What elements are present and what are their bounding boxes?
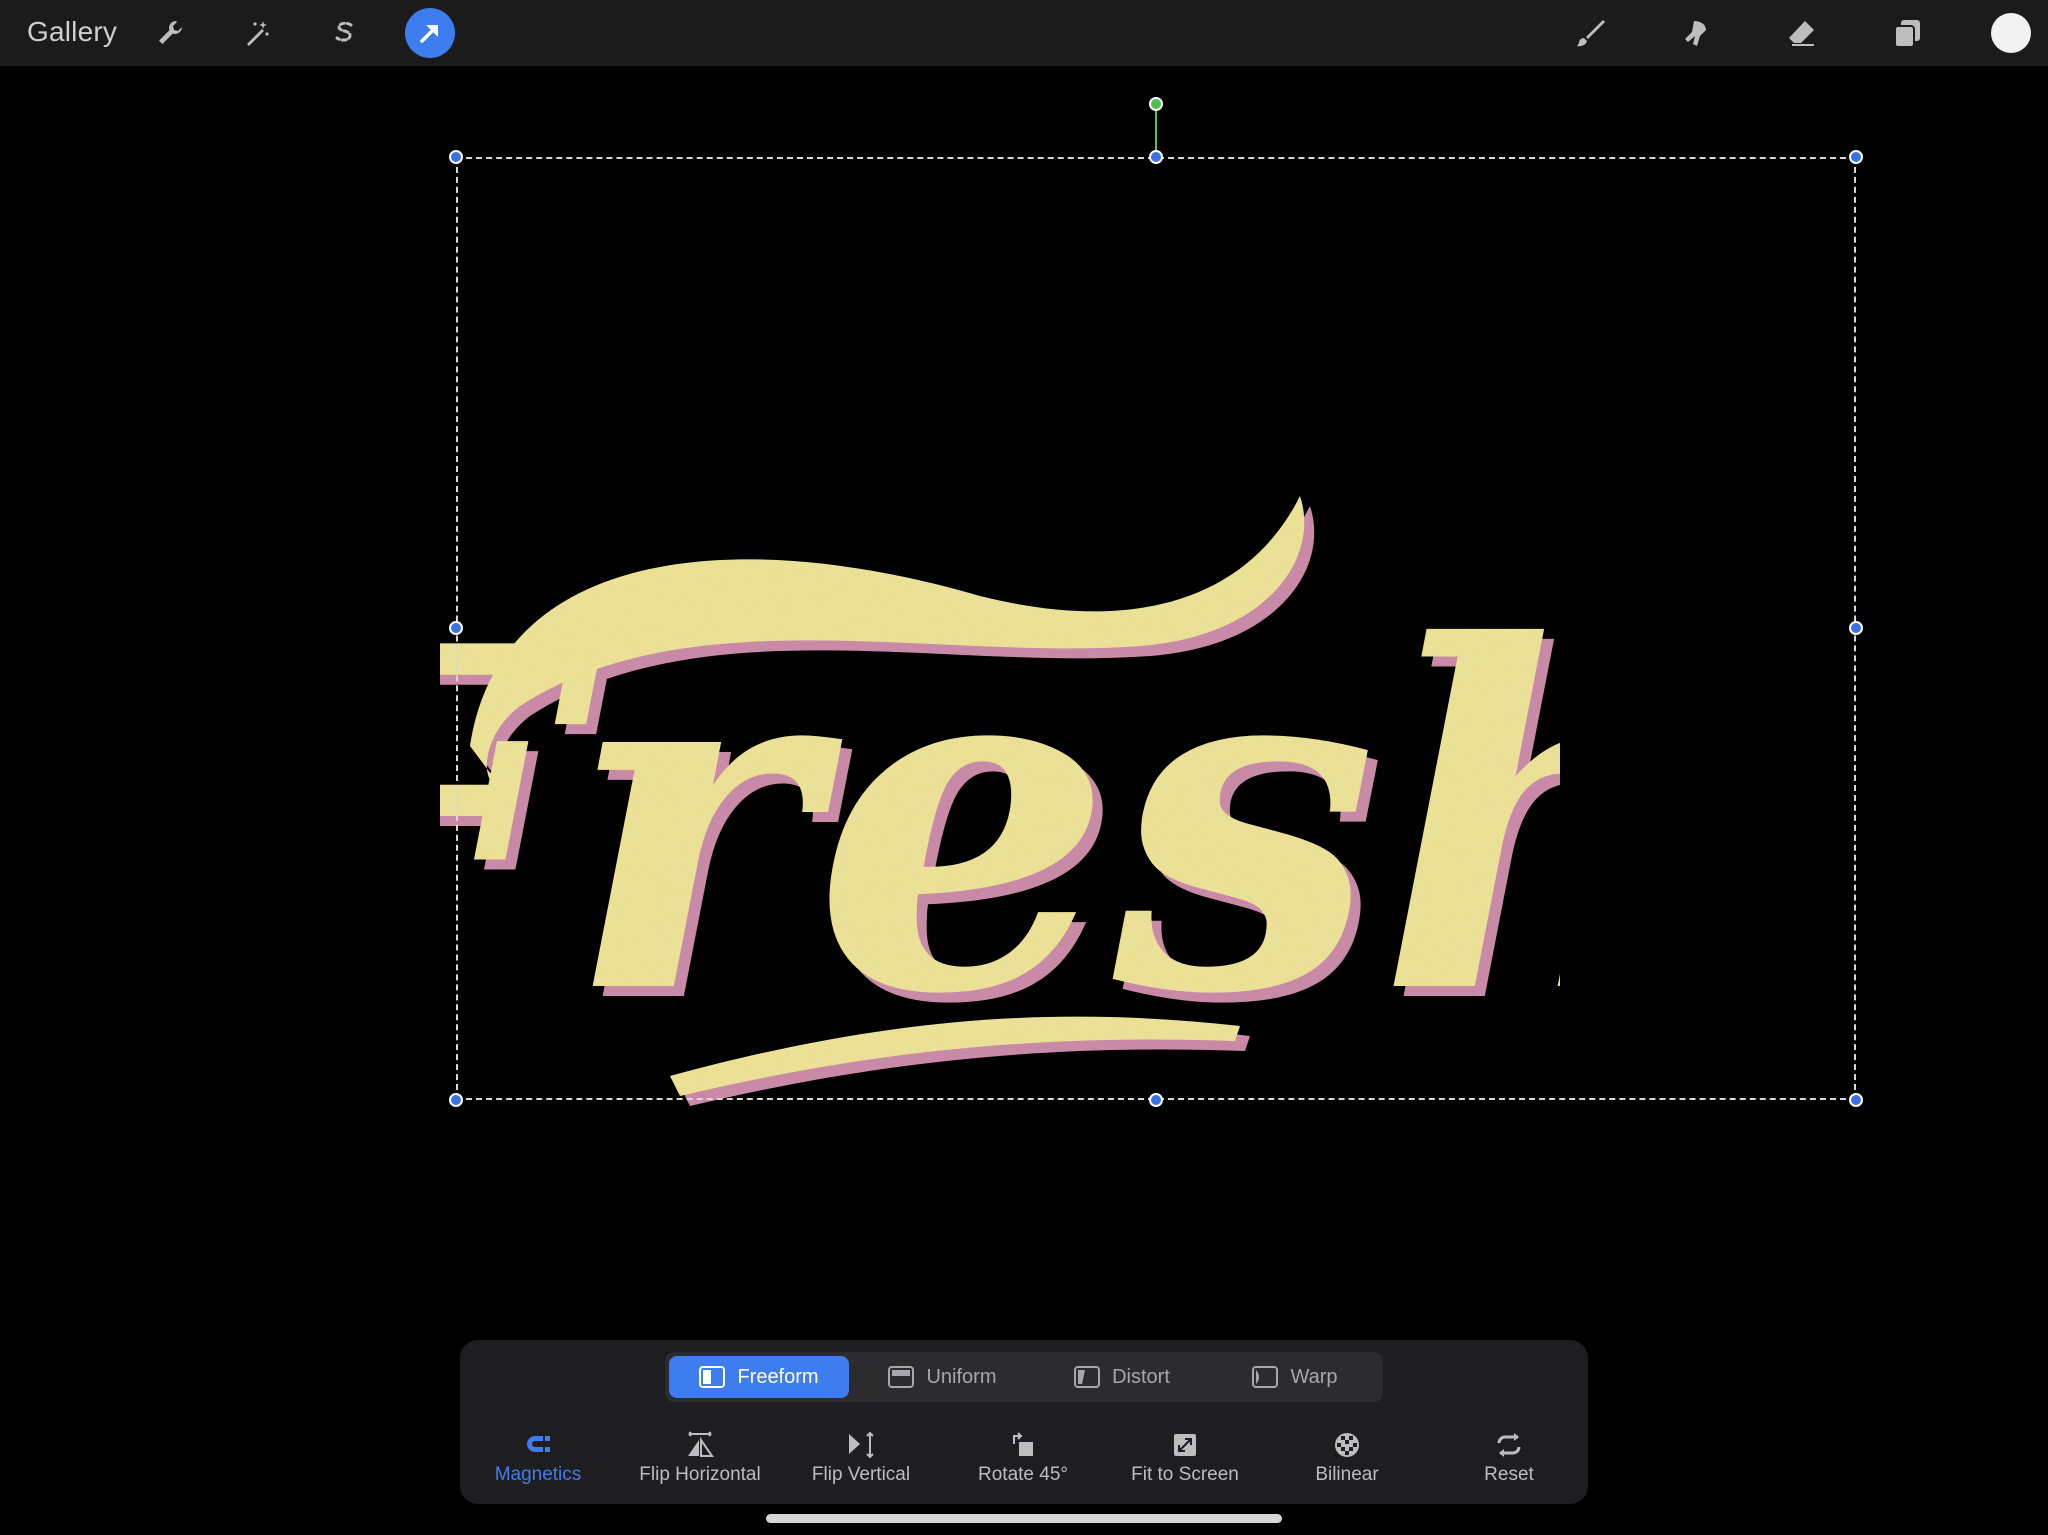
tool-label: Fit to Screen <box>1131 1464 1239 1485</box>
selection-s-icon[interactable] <box>322 12 364 54</box>
magnet-icon <box>527 1436 550 1452</box>
tool-label: Flip Horizontal <box>639 1464 761 1485</box>
wrench-icon[interactable] <box>149 12 191 54</box>
home-indicator[interactable] <box>766 1514 1282 1523</box>
bilinear-icon <box>1335 1433 1359 1457</box>
flip-vertical-button[interactable]: Flip Vertical <box>786 1428 936 1486</box>
tool-label: Rotate 45° <box>978 1464 1068 1485</box>
warp-icon <box>1252 1366 1279 1388</box>
mode-label: Uniform <box>926 1365 997 1388</box>
freeform-icon <box>699 1366 726 1388</box>
rotation-handle[interactable] <box>1149 97 1163 111</box>
rotate-icon <box>1013 1432 1033 1456</box>
transform-panel: Freeform Uniform Distort Warp Magnetics … <box>460 1340 1588 1504</box>
rotate-45-button[interactable]: Rotate 45° <box>948 1428 1098 1486</box>
handle-middle-right[interactable] <box>1849 621 1863 635</box>
eraser-icon[interactable] <box>1781 12 1823 54</box>
handle-bottom-left[interactable] <box>449 1093 463 1107</box>
mode-label: Distort <box>1112 1365 1170 1388</box>
reset-icon <box>1497 1433 1521 1457</box>
handle-top-left[interactable] <box>449 150 463 164</box>
tool-label: Reset <box>1484 1464 1534 1485</box>
distort-icon <box>1074 1366 1101 1388</box>
fit-to-screen-button[interactable]: Fit to Screen <box>1110 1428 1260 1486</box>
tool-label: Bilinear <box>1315 1464 1379 1485</box>
uniform-icon <box>888 1366 915 1388</box>
mode-label: Warp <box>1290 1365 1338 1388</box>
handle-middle-left[interactable] <box>449 621 463 635</box>
mode-distort[interactable]: Distort <box>1037 1356 1207 1398</box>
layers-icon[interactable] <box>1886 12 1928 54</box>
smudge-icon[interactable] <box>1675 12 1717 54</box>
handle-bottom-center[interactable] <box>1149 1093 1163 1107</box>
flip-horizontal-button[interactable]: Flip Horizontal <box>625 1428 775 1486</box>
handle-bottom-right[interactable] <box>1849 1093 1863 1107</box>
selection-bounding-box[interactable] <box>456 157 1856 1100</box>
flip-horizontal-icon <box>688 1431 714 1457</box>
bilinear-button[interactable]: Bilinear <box>1272 1428 1422 1486</box>
flip-vertical-icon <box>849 1431 874 1459</box>
rotation-handle-stem <box>1155 104 1157 156</box>
magic-wand-icon[interactable] <box>236 12 278 54</box>
transform-mode-segmented-control: Freeform Uniform Distort Warp <box>665 1352 1383 1402</box>
reset-button[interactable]: Reset <box>1434 1428 1584 1486</box>
mode-warp[interactable]: Warp <box>1210 1356 1380 1398</box>
tool-label: Flip Vertical <box>811 1464 911 1485</box>
color-icon[interactable] <box>1991 13 2031 53</box>
mode-freeform[interactable]: Freeform <box>669 1356 849 1398</box>
handle-top-center[interactable] <box>1149 150 1163 164</box>
magnetics-button[interactable]: Magnetics <box>463 1428 613 1486</box>
handle-top-right[interactable] <box>1849 150 1863 164</box>
tool-label: Magnetics <box>494 1464 582 1485</box>
top-toolbar: Gallery <box>0 0 2048 66</box>
brush-icon[interactable] <box>1570 12 1612 54</box>
gallery-button[interactable]: Gallery <box>27 16 117 48</box>
mode-label: Freeform <box>737 1365 819 1388</box>
mode-uniform[interactable]: Uniform <box>855 1356 1030 1398</box>
transform-arrow-icon[interactable] <box>405 8 455 58</box>
fit-screen-icon <box>1174 1434 1196 1456</box>
